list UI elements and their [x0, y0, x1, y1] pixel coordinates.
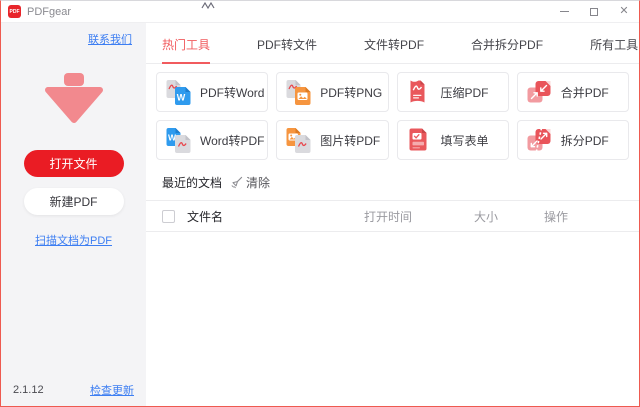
word-to-pdf-icon: W — [164, 126, 192, 154]
tool-card-fill-form[interactable]: 填写表单 — [397, 120, 509, 160]
svg-text:W: W — [177, 93, 186, 103]
window-controls: ✕ — [549, 1, 639, 22]
tool-card-pdf-to-png[interactable]: PDF转PNG — [276, 72, 388, 112]
tab-hot-tools[interactable]: 热门工具 — [162, 36, 210, 63]
clear-recent-button[interactable]: 清除 — [230, 174, 270, 191]
title-bar: PDF PDFgear ✕ — [1, 1, 639, 23]
contact-us-link[interactable]: 联系我们 — [88, 31, 132, 47]
tool-card-compress-pdf[interactable]: 压缩PDF — [397, 72, 509, 112]
recent-documents-header: 最近的文档 清除 — [146, 168, 639, 200]
column-open-time: 打开时间 — [364, 208, 474, 225]
close-button[interactable]: ✕ — [609, 1, 639, 22]
tool-card-label: 拆分PDF — [561, 132, 609, 149]
recent-table-header: 文件名 打开时间 大小 操作 — [146, 200, 639, 232]
minimize-icon — [560, 11, 569, 12]
pdf-to-word-icon: W — [164, 78, 192, 106]
close-icon: ✕ — [619, 6, 628, 17]
tool-card-label: 填写表单 — [441, 132, 489, 149]
new-pdf-button[interactable]: 新建PDF — [24, 188, 124, 215]
minimize-button[interactable] — [549, 1, 579, 22]
recent-table-body — [146, 232, 639, 406]
pdf-to-png-icon — [284, 78, 312, 106]
column-size: 大小 — [474, 208, 544, 225]
select-all-checkbox[interactable] — [162, 210, 175, 223]
tool-card-grid: W PDF转Word PDF转PNG — [146, 64, 639, 168]
pdfgear-window: PDF PDFgear ✕ 联系我们 打开文件 新建PDF 扫描文档为PDF — [0, 0, 640, 407]
sidebar: 联系我们 打开文件 新建PDF 扫描文档为PDF 2.1.12 检查更新 — [1, 23, 146, 406]
tab-file-to-pdf[interactable]: 文件转PDF — [364, 36, 424, 63]
tool-tabs: 热门工具 PDF转文件 文件转PDF 合并拆分PDF 所有工具 — [146, 23, 639, 64]
main-panel: 热门工具 PDF转文件 文件转PDF 合并拆分PDF 所有工具 W — [146, 23, 639, 406]
tab-all-tools[interactable]: 所有工具 — [590, 36, 638, 63]
tool-card-label: 合并PDF — [561, 84, 609, 101]
recent-documents-title: 最近的文档 — [162, 174, 222, 191]
app-logo-icon: PDF — [8, 5, 21, 18]
tool-card-label: Word转PDF — [200, 132, 264, 149]
download-arrow-icon — [42, 71, 106, 130]
check-update-link[interactable]: 检查更新 — [90, 382, 134, 398]
tool-card-pdf-to-word[interactable]: W PDF转Word — [156, 72, 268, 112]
open-file-button[interactable]: 打开文件 — [24, 150, 124, 177]
tool-card-word-to-pdf[interactable]: W Word转PDF — [156, 120, 268, 160]
tool-card-label: PDF转Word — [200, 84, 264, 101]
scan-to-pdf-link[interactable]: 扫描文档为PDF — [35, 232, 112, 248]
column-filename: 文件名 — [187, 208, 364, 225]
maximize-button[interactable] — [579, 1, 609, 22]
tab-pdf-to-file[interactable]: PDF转文件 — [257, 36, 317, 63]
tool-card-split-pdf[interactable]: 拆分PDF — [517, 120, 629, 160]
fill-form-icon — [405, 126, 433, 154]
tab-merge-split-pdf[interactable]: 合并拆分PDF — [471, 36, 543, 63]
image-to-pdf-icon — [284, 126, 312, 154]
tool-card-image-to-pdf[interactable]: 图片转PDF — [276, 120, 388, 160]
window-title: PDFgear — [27, 6, 71, 18]
tool-card-label: PDF转PNG — [320, 84, 382, 101]
tool-card-label: 图片转PDF — [320, 132, 380, 149]
column-operations: 操作 — [544, 208, 639, 225]
broom-icon — [230, 176, 243, 189]
merge-pdf-icon — [525, 78, 553, 106]
tool-card-merge-pdf[interactable]: 合并PDF — [517, 72, 629, 112]
tool-card-label: 压缩PDF — [441, 84, 489, 101]
clear-label: 清除 — [246, 174, 270, 191]
compress-pdf-icon — [405, 78, 433, 106]
mouse-cursor — [201, 0, 217, 16]
version-label: 2.1.12 — [13, 384, 44, 396]
maximize-icon — [590, 8, 598, 16]
split-pdf-icon — [525, 126, 553, 154]
